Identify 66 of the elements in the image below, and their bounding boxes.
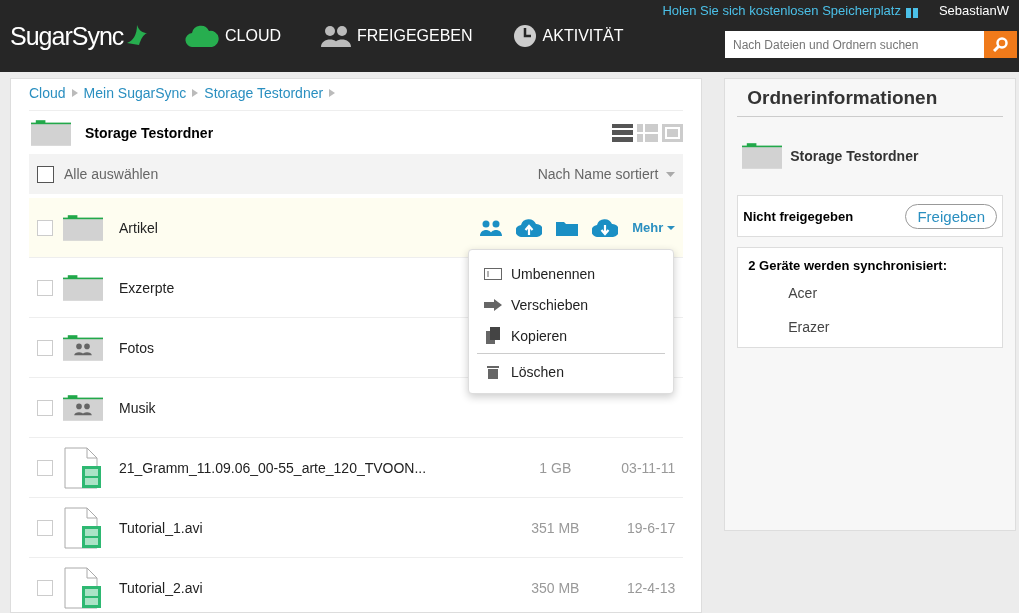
arrow-right-icon [484, 298, 502, 311]
file-name: Fotos [119, 339, 155, 356]
file-name: Tutorial_1.avi [119, 519, 204, 536]
shared-folder-icon [63, 332, 103, 363]
file-name: 21_Gramm_11.09.06_00-55_arte_120_TVOON... [119, 459, 428, 476]
more-dropdown[interactable]: Mehr [632, 220, 676, 235]
nav-tab[interactable]: CLOUD [225, 27, 281, 45]
sort-dropdown[interactable]: Nach Name sortiert [537, 166, 659, 182]
panel-title: Ordnerinformationen [737, 79, 1003, 117]
checkbox[interactable] [37, 165, 54, 183]
folder-title: Storage Testordner [85, 124, 215, 141]
share-status: Nicht freigegeben [743, 208, 854, 224]
file-name: Musik [119, 399, 157, 416]
folder-icon[interactable] [556, 219, 579, 236]
trash-icon [487, 364, 499, 379]
file-size: 1 GB [538, 459, 573, 476]
menu-item[interactable]: Kopieren [477, 320, 665, 351]
video-file-icon [63, 566, 103, 609]
cloud-download-icon[interactable] [592, 218, 619, 237]
breadcrumb-link[interactable]: Mein SugarSync [83, 85, 187, 101]
folder-icon [63, 212, 103, 243]
user-menu[interactable]: SebastianW [938, 3, 1009, 18]
cloud-upload-icon[interactable] [516, 218, 543, 237]
chevron-icon [192, 89, 199, 97]
nav-tab[interactable]: AKTIVITÄT [542, 27, 624, 45]
folder-icon [63, 272, 103, 303]
breadcrumb-link[interactable]: Storage Testordner [204, 85, 324, 101]
nav-tab[interactable]: FREIGEGEBEN [357, 27, 473, 45]
list-view-icon[interactable] [612, 123, 634, 142]
file-date: 19-6-17 [626, 519, 676, 536]
select-all-label[interactable]: Alle auswählen [64, 166, 159, 182]
share-button[interactable]: Freigeben [905, 203, 997, 229]
file-size: 350 MB [530, 579, 581, 596]
cloud-icon [185, 25, 219, 47]
copy-icon [486, 327, 500, 344]
menu-item[interactable]: Verschieben [477, 289, 665, 320]
search-button[interactable] [984, 31, 1017, 58]
chevron-icon [71, 89, 78, 97]
search-icon [993, 37, 1008, 52]
sync-title: 2 Geräte werden synchronisiert: [747, 257, 948, 275]
people-icon[interactable] [480, 219, 503, 236]
caret-icon[interactable] [666, 171, 676, 177]
preview-view-icon[interactable] [662, 123, 684, 142]
menu-item[interactable]: Umbenennen [477, 258, 665, 289]
file-name: Artikel [119, 219, 159, 236]
file-name: Exzerpte [119, 279, 176, 296]
logo[interactable]: SugarSync [10, 21, 185, 51]
breadcrumb-link[interactable]: Cloud [29, 85, 66, 101]
chevron-icon [329, 89, 336, 97]
video-file-icon [63, 446, 103, 489]
file-row[interactable]: Artikel Mehr [29, 198, 684, 258]
shared-folder-icon [63, 392, 103, 423]
text-field-icon [484, 267, 502, 280]
clock-icon [512, 24, 537, 48]
folder-icon [742, 140, 783, 172]
file-date: 03-11-11 [620, 459, 676, 476]
free-storage-link[interactable]: Holen Sie sich kostenlosen Speicherplatz [662, 3, 919, 18]
file-date: 12-4-13 [626, 579, 676, 596]
device-name: Acer [787, 284, 819, 303]
file-name: Tutorial_2.avi [119, 579, 204, 596]
caret-icon [667, 225, 676, 230]
device-name: Erazer [787, 318, 831, 337]
video-file-icon [63, 506, 103, 549]
people-icon [321, 25, 351, 47]
file-size: 351 MB [530, 519, 581, 536]
folder-name: Storage Testordner [790, 148, 919, 164]
